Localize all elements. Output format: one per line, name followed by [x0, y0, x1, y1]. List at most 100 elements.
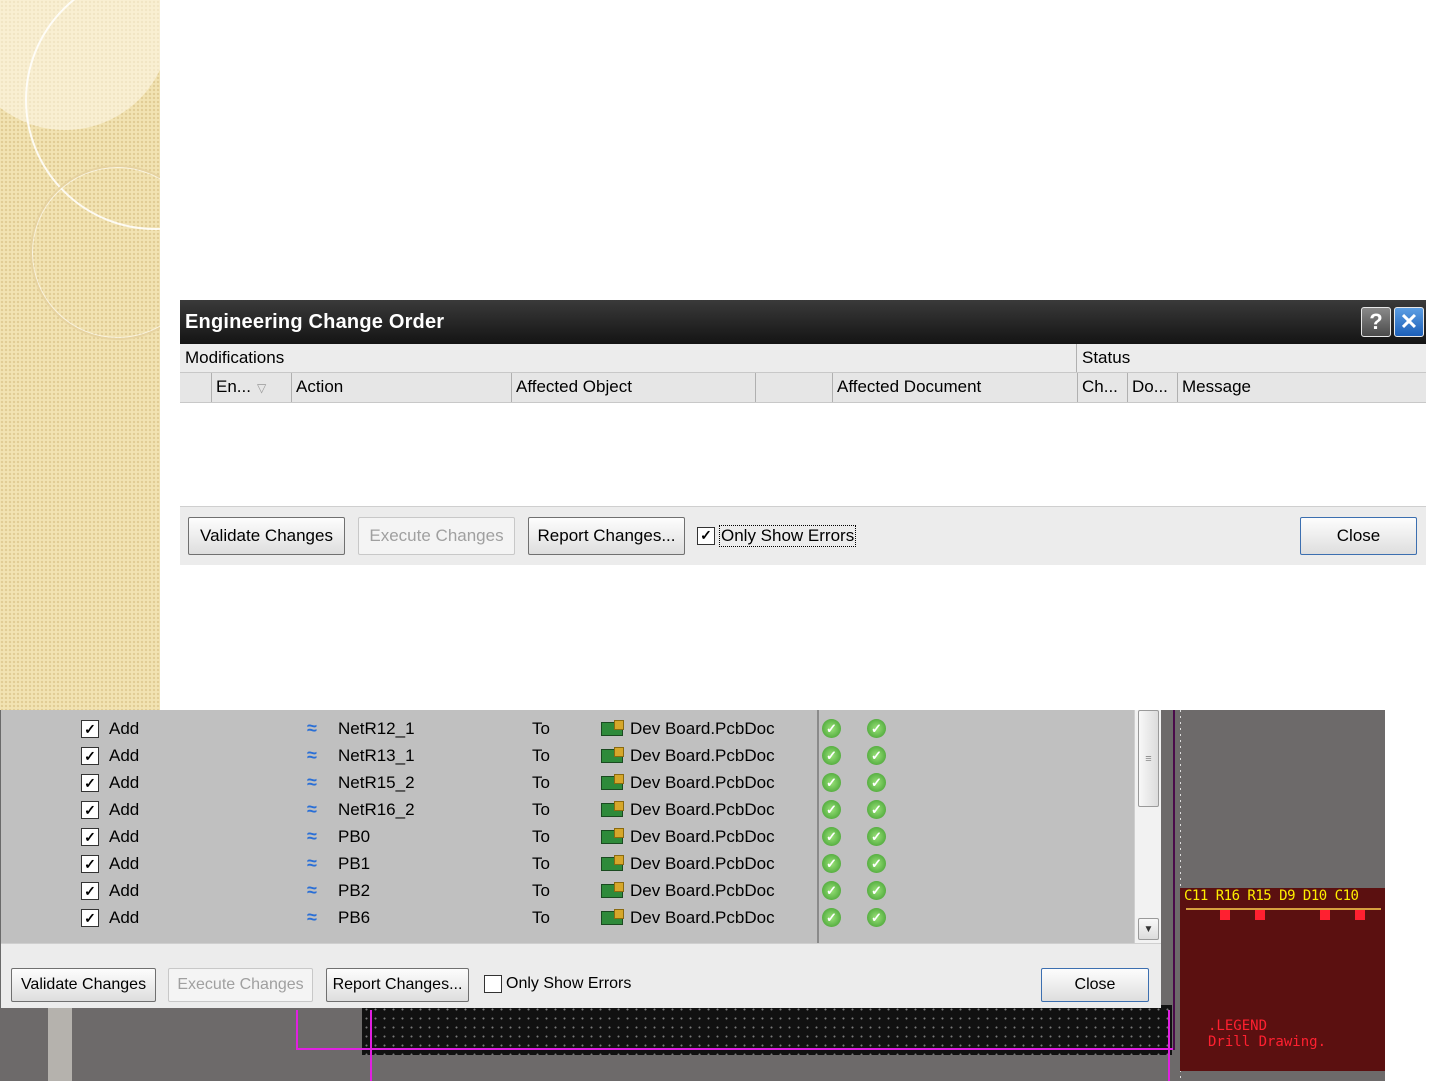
table-row[interactable]: ✓ Add ≈ PB1 To Dev Board.PcbDoc ✓ ✓ — [1, 851, 1134, 878]
report-changes-button[interactable]: Report Changes... — [528, 516, 685, 555]
row-to: To — [532, 746, 550, 765]
column-header-row: En... ▽ Action Affected Object Affected D… — [180, 373, 1426, 403]
table-row[interactable]: ✓ Add ≈ NetR16_2 To Dev Board.PcbDoc ✓ ✓ — [1, 797, 1134, 824]
pcb-document-icon — [601, 747, 624, 763]
secondary-screenshot: C11 R16 R15 D9 D10 C10 .LEGEND Drill Dra… — [0, 710, 1385, 1081]
row-affected-document: Dev Board.PcbDoc — [630, 773, 775, 792]
row-affected-document: Dev Board.PcbDoc — [630, 827, 775, 846]
enable-checkbox[interactable]: ✓ — [81, 801, 99, 819]
dialog-titlebar: Engineering Change Order ? ✕ — [180, 300, 1426, 344]
check-ok-icon: ✓ — [822, 854, 841, 873]
help-icon: ? — [1369, 309, 1383, 334]
enable-checkbox[interactable]: ✓ — [81, 747, 99, 765]
row-affected-object: NetR16_2 — [338, 800, 415, 819]
pcb-pad — [1220, 910, 1230, 920]
change-list-empty — [180, 403, 1426, 506]
table-row[interactable]: ✓ Add ≈ PB0 To Dev Board.PcbDoc ✓ ✓ — [1, 824, 1134, 851]
enable-checkbox[interactable]: ✓ — [81, 720, 99, 738]
net-icon: ≈ — [307, 853, 317, 873]
row-affected-object: PB6 — [338, 908, 371, 927]
net-icon: ≈ — [307, 772, 317, 792]
execute-changes-button[interactable]: Execute Changes — [168, 968, 313, 1002]
column-header-affected-document[interactable]: Affected Document — [833, 373, 1078, 402]
pcb-pad — [1355, 910, 1365, 920]
enable-checkbox[interactable]: ✓ — [81, 909, 99, 927]
enable-checkbox[interactable]: ✓ — [81, 855, 99, 873]
column-header-message[interactable]: Message — [1178, 373, 1255, 402]
close-button[interactable]: Close — [1041, 968, 1149, 1002]
check-ok-icon: ✓ — [822, 908, 841, 927]
row-affected-object: NetR15_2 — [338, 773, 415, 792]
scrollbar-thumb[interactable]: ≡ — [1138, 710, 1159, 807]
vertical-scrollbar[interactable]: ≡ ▼ — [1134, 710, 1161, 943]
row-to: To — [532, 908, 550, 927]
pcb-document-icon — [601, 720, 624, 736]
column-spacer-2 — [756, 373, 833, 402]
row-to: To — [532, 827, 550, 846]
check-ok-icon: ✓ — [867, 773, 886, 792]
row-action: Add — [109, 746, 140, 765]
column-spacer — [180, 373, 212, 402]
column-header-check[interactable]: Ch... — [1078, 373, 1128, 402]
table-row[interactable]: ✓ Add ≈ NetR12_1 To Dev Board.PcbDoc ✓ ✓ — [1, 716, 1134, 743]
pcb-document-icon — [601, 774, 624, 790]
column-header-enable[interactable]: En... ▽ — [212, 373, 292, 402]
enable-checkbox[interactable]: ✓ — [81, 882, 99, 900]
decorative-background-strip — [0, 0, 160, 710]
check-ok-icon: ✓ — [822, 800, 841, 819]
net-icon: ≈ — [307, 880, 317, 900]
check-ok-icon: ✓ — [867, 854, 886, 873]
trace-line — [370, 1010, 372, 1081]
row-to: To — [532, 881, 550, 900]
table-row[interactable]: ✓ Add ≈ PB6 To Dev Board.PcbDoc ✓ ✓ — [1, 905, 1134, 932]
table-row[interactable]: ✓ Add ≈ PB2 To Dev Board.PcbDoc ✓ ✓ — [1, 878, 1134, 905]
enable-checkbox[interactable]: ✓ — [81, 828, 99, 846]
column-header-done[interactable]: Do... — [1128, 373, 1178, 402]
only-show-errors-toggle[interactable]: ✓ Only Show Errors — [697, 524, 857, 547]
row-affected-document: Dev Board.PcbDoc — [630, 908, 775, 927]
trace-line — [296, 1010, 298, 1050]
change-list: ✓ Add ≈ NetR12_1 To Dev Board.PcbDoc ✓ ✓ ✓ Add ≈ Ne… — [1, 710, 1134, 943]
row-affected-object: PB2 — [338, 881, 371, 900]
row-to: To — [532, 773, 550, 792]
only-show-errors-checkbox[interactable]: ✓ — [697, 526, 715, 545]
check-ok-icon: ✓ — [867, 908, 886, 927]
net-icon: ≈ — [307, 745, 317, 765]
execute-changes-button[interactable]: Execute Changes — [358, 516, 515, 555]
table-row[interactable]: ✓ Add ≈ NetR15_2 To Dev Board.PcbDoc ✓ ✓ — [1, 770, 1134, 797]
pcb-pad — [1320, 910, 1330, 920]
pcb-pad — [1255, 910, 1265, 920]
pcb-document-icon — [601, 828, 624, 844]
modifications-group-header: Modifications — [180, 344, 1077, 372]
eco-dialog-top: Engineering Change Order ? ✕ Modificatio… — [180, 300, 1426, 565]
check-ok-icon: ✓ — [822, 719, 841, 738]
enable-checkbox[interactable]: ✓ — [81, 774, 99, 792]
close-window-button[interactable]: ✕ — [1394, 307, 1424, 337]
row-action: Add — [109, 854, 140, 873]
row-to: To — [532, 800, 550, 819]
row-action: Add — [109, 881, 140, 900]
trace-line — [296, 1048, 1176, 1050]
pcb-document-icon — [601, 882, 624, 898]
only-show-errors-toggle[interactable]: Only Show Errors — [484, 975, 631, 993]
check-ok-icon: ✓ — [867, 881, 886, 900]
column-header-affected-object[interactable]: Affected Object — [512, 373, 756, 402]
row-affected-document: Dev Board.PcbDoc — [630, 800, 775, 819]
row-affected-object: PB1 — [338, 854, 371, 873]
column-header-action[interactable]: Action — [292, 373, 512, 402]
only-show-errors-checkbox[interactable] — [484, 975, 502, 993]
close-button[interactable]: Close — [1300, 516, 1417, 555]
scroll-down-button[interactable]: ▼ — [1138, 918, 1159, 940]
group-header-row: Modifications Status — [180, 344, 1426, 373]
status-group-header: Status — [1082, 348, 1131, 367]
help-button[interactable]: ? — [1361, 307, 1391, 337]
trace-line — [1168, 1010, 1170, 1081]
dialog-footer: Validate Changes Execute Changes Report … — [180, 506, 1426, 564]
row-action: Add — [109, 719, 140, 738]
report-changes-button[interactable]: Report Changes... — [326, 968, 469, 1002]
validate-changes-button[interactable]: Validate Changes — [188, 516, 345, 555]
only-show-errors-label: Only Show Errors — [719, 524, 857, 547]
row-to: To — [532, 854, 550, 873]
validate-changes-button[interactable]: Validate Changes — [11, 968, 156, 1002]
table-row[interactable]: ✓ Add ≈ NetR13_1 To Dev Board.PcbDoc ✓ ✓ — [1, 743, 1134, 770]
